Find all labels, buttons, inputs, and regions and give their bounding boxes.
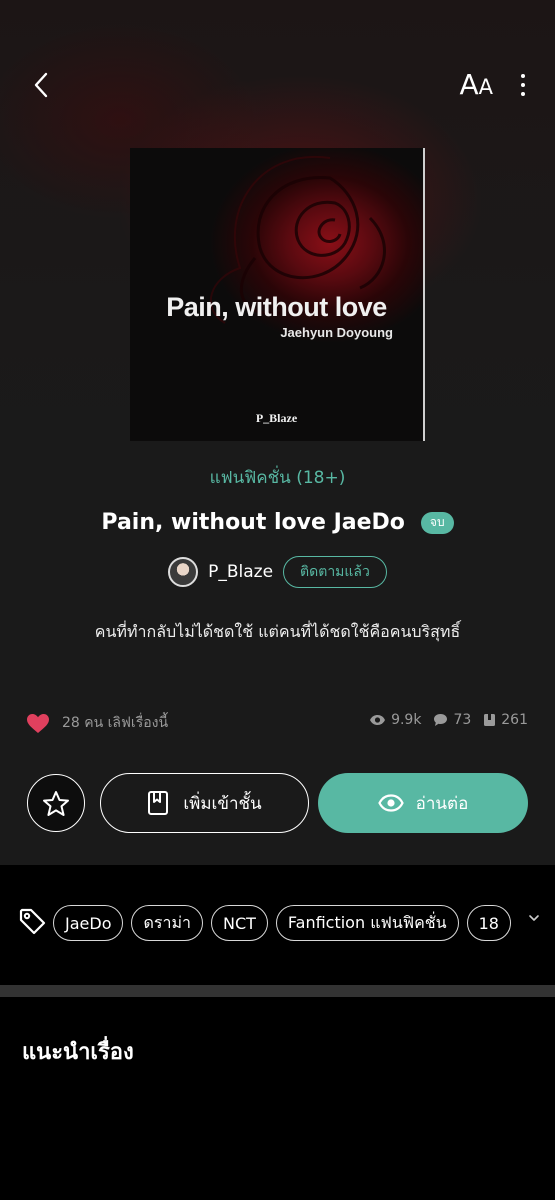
chevron-down-icon[interactable] <box>528 913 540 923</box>
book-category[interactable]: แฟนฟิคชั่น (18+) <box>0 464 555 491</box>
add-to-library-button[interactable]: เพิ่มเข้าชั้น <box>100 773 309 833</box>
tags-section: JaeDo ดราม่า NCT Fanfiction แฟนฟิคชั่น 18 <box>0 865 555 985</box>
book-icon <box>484 714 496 726</box>
font-size-button[interactable]: A A <box>459 66 493 104</box>
counters: 9.9k 73 261 <box>369 712 528 728</box>
avatar[interactable] <box>168 557 199 587</box>
eye-icon <box>370 715 386 725</box>
add-to-library-label: เพิ่มเข้าชั้น <box>183 793 262 814</box>
status-badge: จบ <box>420 511 454 534</box>
font-size-large-glyph: A <box>459 68 479 101</box>
cover-subtitle: Jaehyun Doyoung <box>280 325 393 340</box>
action-buttons: เพิ่มเข้าชั้น อ่านต่อ <box>0 773 555 833</box>
tag-chip[interactable]: 18 <box>466 905 511 941</box>
continue-reading-label: อ่านต่อ <box>415 793 469 814</box>
title-row: Pain, without love JaeDo จบ <box>0 510 555 535</box>
like-group[interactable]: 28 คน เลิฟเรื่องนี้ <box>26 712 168 734</box>
tag-chip[interactable]: JaeDo <box>53 905 124 941</box>
book-cover: Pain, without love Jaehyun Doyoung P_Bla… <box>130 148 425 441</box>
cover-author: P_Blaze <box>255 411 298 425</box>
tag-list: JaeDo ดราม่า NCT Fanfiction แฟนฟิคชั่น 18 <box>53 905 515 941</box>
more-vertical-icon[interactable] <box>513 68 533 102</box>
follow-button[interactable]: ติดตามแล้ว <box>283 556 387 588</box>
tag-chip[interactable]: NCT <box>210 905 268 941</box>
author-name[interactable]: P_Blaze <box>208 562 273 582</box>
star-icon <box>43 790 69 816</box>
recommend-section-title: แนะนำเรื่อง <box>22 1040 134 1065</box>
chevron-left-icon <box>34 72 48 98</box>
chapters-counter: 261 <box>483 712 528 728</box>
tag-chip[interactable]: ดราม่า <box>131 905 203 941</box>
views-counter: 9.9k <box>369 712 421 728</box>
cover-title: Pain, without love <box>166 292 387 322</box>
views-count: 9.9k <box>391 712 422 728</box>
back-button[interactable] <box>24 68 58 102</box>
author-row: P_Blaze ติดตามแล้ว <box>0 556 555 588</box>
rate-button[interactable] <box>27 774 85 832</box>
eye-icon <box>377 794 404 812</box>
comments-count: 73 <box>453 712 472 728</box>
section-divider <box>0 985 555 997</box>
heart-icon[interactable] <box>26 713 50 734</box>
stats-row: 28 คน เลิฟเรื่องนี้ 9.9k 73 261 <box>0 712 555 740</box>
bookmark-book-icon <box>148 791 169 815</box>
tag-icon <box>19 908 46 935</box>
comment-icon <box>434 714 448 726</box>
book-title: Pain, without love JaeDo <box>101 510 405 535</box>
book-synopsis: คนที่ทำกลับไม่ได้ชดใช้ แต่คนที่ได้ชดใช้ค… <box>94 622 461 641</box>
comments-counter: 73 <box>433 712 471 728</box>
book-hero: A A Pain, without love Jaehyun Doyoung P… <box>0 0 555 865</box>
font-size-small-glyph: A <box>478 75 493 99</box>
tag-chip[interactable]: Fanfiction แฟนฟิคชั่น <box>275 905 459 941</box>
continue-reading-button[interactable]: อ่านต่อ <box>318 773 528 833</box>
top-bar: A A <box>0 60 555 110</box>
likes-count-text: 28 คน เลิฟเรื่องนี้ <box>62 715 169 731</box>
chapters-count: 261 <box>501 712 528 728</box>
